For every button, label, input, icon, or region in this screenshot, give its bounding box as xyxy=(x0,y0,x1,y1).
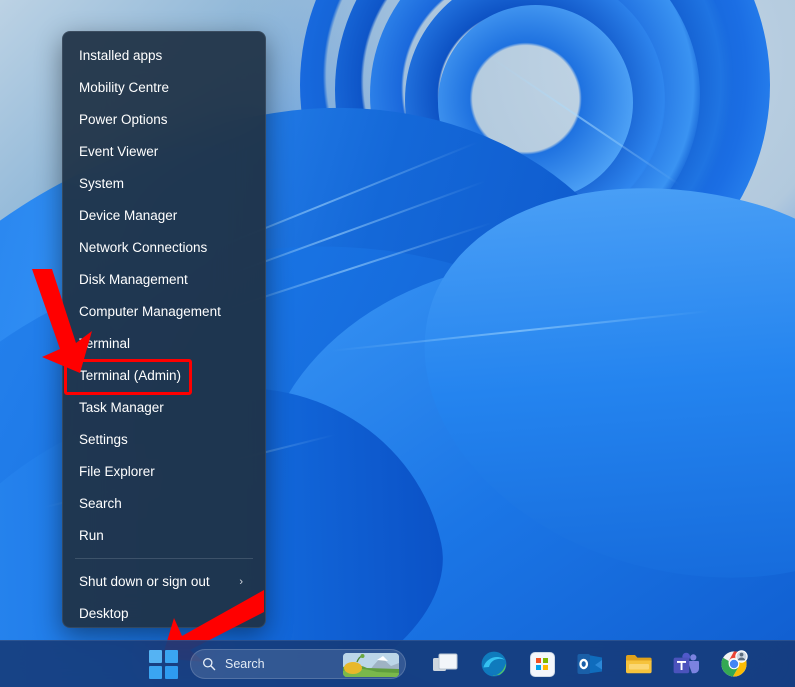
chrome-icon xyxy=(721,650,748,677)
taskbar-icon-google-chrome[interactable] xyxy=(719,649,749,679)
menu-item-device-manager[interactable]: Device Manager xyxy=(63,200,265,232)
menu-item-label: Event Viewer xyxy=(79,144,159,159)
task-view-icon xyxy=(433,653,458,671)
menu-item-installed-apps[interactable]: Installed apps xyxy=(63,40,265,72)
winx-context-menu[interactable]: Installed apps Mobility Centre Power Opt… xyxy=(62,31,266,628)
taskbar[interactable]: Search xyxy=(0,640,795,687)
outlook-icon xyxy=(577,654,602,674)
profile-avatar xyxy=(735,650,748,663)
chevron-right-icon: › xyxy=(239,576,243,588)
menu-item-label: Network Connections xyxy=(79,240,208,255)
menu-item-event-viewer[interactable]: Event Viewer xyxy=(63,136,265,168)
edge-icon xyxy=(481,651,507,677)
taskbar-icon-file-explorer[interactable] xyxy=(623,649,653,679)
menu-item-label: System xyxy=(79,176,125,191)
menu-item-label: Search xyxy=(79,496,122,511)
menu-separator xyxy=(75,558,253,559)
folder-icon xyxy=(625,655,652,674)
menu-item-label: Task Manager xyxy=(79,400,164,415)
taskbar-icon-task-view[interactable] xyxy=(431,649,461,679)
menu-item-run[interactable]: Run xyxy=(63,520,265,552)
menu-item-label: Run xyxy=(79,528,104,543)
menu-item-label: Settings xyxy=(79,432,128,447)
menu-item-label: Computer Management xyxy=(79,304,221,319)
menu-item-label: Disk Management xyxy=(79,272,188,287)
menu-item-system[interactable]: System xyxy=(63,168,265,200)
menu-item-power-options[interactable]: Power Options xyxy=(63,104,265,136)
menu-item-task-manager[interactable]: Task Manager xyxy=(63,392,265,424)
taskbar-icon-microsoft-store[interactable] xyxy=(527,649,557,679)
taskbar-icon-microsoft-teams[interactable] xyxy=(671,649,701,679)
menu-item-computer-management[interactable]: Computer Management xyxy=(63,296,265,328)
teams-icon xyxy=(673,652,699,674)
menu-item-mobility-centre[interactable]: Mobility Centre xyxy=(63,72,265,104)
menu-item-desktop[interactable]: Desktop xyxy=(63,598,265,630)
store-icon xyxy=(529,651,555,677)
menu-item-label: Terminal (Admin) xyxy=(79,368,182,383)
menu-item-disk-management[interactable]: Disk Management xyxy=(63,264,265,296)
menu-item-label: Shut down or sign out xyxy=(79,574,210,589)
start-button[interactable] xyxy=(148,649,178,679)
menu-item-label: Mobility Centre xyxy=(79,80,170,95)
landscape-thumbnail-icon xyxy=(343,653,399,677)
menu-item-file-explorer[interactable]: File Explorer xyxy=(63,456,265,488)
menu-item-settings[interactable]: Settings xyxy=(63,424,265,456)
windows-logo-icon xyxy=(148,649,162,663)
search-input[interactable]: Search xyxy=(190,649,406,679)
menu-item-label: Installed apps xyxy=(79,48,163,63)
menu-item-terminal-admin[interactable]: Terminal (Admin) xyxy=(63,360,265,392)
menu-item-label: Power Options xyxy=(79,112,168,127)
search-placeholder: Search xyxy=(225,657,265,671)
menu-item-label: Device Manager xyxy=(79,208,178,223)
taskbar-icon-microsoft-edge[interactable] xyxy=(479,649,509,679)
menu-item-terminal[interactable]: Terminal xyxy=(63,328,265,360)
menu-item-network-connections[interactable]: Network Connections xyxy=(63,232,265,264)
menu-item-search[interactable]: Search xyxy=(63,488,265,520)
taskbar-icon-outlook[interactable] xyxy=(575,649,605,679)
menu-item-shut-down-or-sign-out[interactable]: Shut down or sign out › xyxy=(63,566,265,598)
search-icon xyxy=(203,658,216,671)
menu-item-label: Terminal xyxy=(79,336,131,351)
menu-item-label: File Explorer xyxy=(79,464,155,479)
menu-item-label: Desktop xyxy=(79,606,129,621)
